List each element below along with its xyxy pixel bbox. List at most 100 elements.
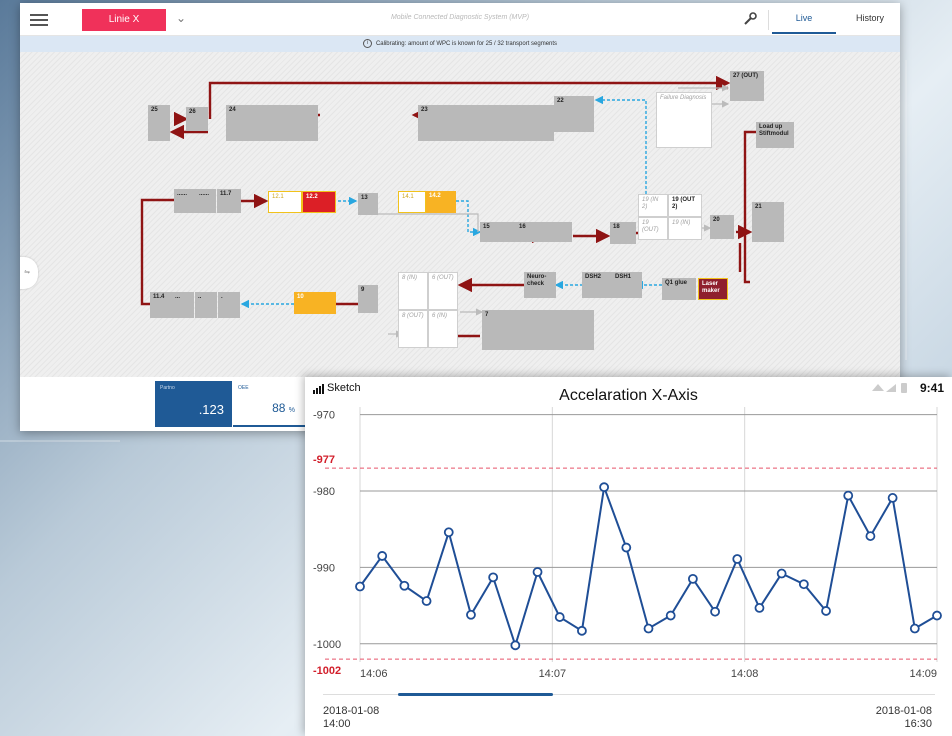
station-13[interactable]: 13 bbox=[358, 193, 378, 215]
background-decor bbox=[905, 60, 907, 360]
data-point[interactable] bbox=[599, 482, 610, 493]
station-dots-3[interactable]: ... bbox=[172, 292, 194, 318]
station-26[interactable]: 26 bbox=[186, 107, 208, 131]
x-tick-label: 14:06 bbox=[360, 668, 388, 680]
range-end-date: 2018-01-08 bbox=[875, 705, 932, 717]
range-start-date: 2018-01-08 bbox=[323, 705, 380, 717]
station-dots-1[interactable]: ...... bbox=[174, 189, 196, 213]
data-point[interactable] bbox=[643, 623, 654, 634]
tab-history[interactable]: History bbox=[840, 3, 900, 34]
station-16[interactable]: 16 bbox=[516, 222, 572, 242]
station-11-7[interactable]: 11.7 bbox=[217, 189, 241, 213]
data-point[interactable] bbox=[377, 551, 388, 561]
station-8-out[interactable]: 8 (OUT) bbox=[398, 310, 428, 348]
calibration-banner: i Calibrating: amount of WPC is known for… bbox=[20, 36, 900, 52]
data-point[interactable] bbox=[466, 609, 476, 620]
kpi-partno-card[interactable]: Partno .123 bbox=[155, 381, 232, 427]
data-point[interactable] bbox=[798, 579, 809, 590]
station-6-in[interactable]: 6 (IN) bbox=[428, 310, 458, 348]
station-7[interactable]: 7 bbox=[482, 310, 594, 350]
station-14-1[interactable]: 14.1 bbox=[398, 191, 426, 213]
calibration-text: Calibrating: amount of WPC is known for … bbox=[375, 41, 558, 47]
hamburger-menu-icon[interactable] bbox=[30, 11, 48, 27]
station-10[interactable]: 10 bbox=[294, 292, 336, 314]
data-point[interactable] bbox=[577, 625, 587, 636]
chevron-down-icon[interactable]: ⌄ bbox=[176, 11, 186, 25]
range-end-time: 16:30 bbox=[904, 718, 932, 731]
station-23[interactable]: 23 bbox=[418, 105, 554, 141]
line-select-button[interactable]: Linie X bbox=[82, 9, 166, 31]
station-24[interactable]: 24 bbox=[226, 105, 318, 141]
data-point[interactable] bbox=[421, 596, 432, 606]
x-tick-label: 14:09 bbox=[909, 668, 937, 680]
y-tick-label: -1000 bbox=[313, 639, 341, 651]
wrench-icon[interactable] bbox=[742, 11, 758, 27]
station-9[interactable]: 9 bbox=[358, 285, 378, 313]
data-point[interactable] bbox=[932, 610, 942, 621]
tab-live[interactable]: Live bbox=[772, 3, 836, 34]
station-laser-maker[interactable]: Laser maker bbox=[698, 278, 728, 300]
data-point[interactable] bbox=[776, 568, 787, 579]
station-dots-2[interactable]: ...... bbox=[196, 189, 216, 213]
station-14-2[interactable]: 14.2 bbox=[426, 191, 456, 213]
station-dots-4[interactable]: .. bbox=[195, 292, 217, 318]
data-point[interactable] bbox=[443, 527, 454, 538]
station-19-in[interactable]: 19 (IN) bbox=[668, 217, 702, 240]
station-dsh2[interactable]: DSH2 bbox=[582, 272, 612, 298]
background-decor bbox=[0, 440, 120, 442]
top-bar: Linie X ⌄ Mobile Connected Diagnostic Sy… bbox=[20, 3, 900, 36]
data-point[interactable] bbox=[488, 572, 499, 583]
data-point[interactable] bbox=[887, 493, 898, 503]
station-19-out[interactable]: 19 (OUT) bbox=[638, 217, 668, 240]
range-start: 2018-01-08 14:00 bbox=[323, 705, 379, 731]
data-point[interactable] bbox=[687, 573, 698, 584]
station-19-in2[interactable]: 19 (IN 2) bbox=[638, 194, 668, 217]
data-point[interactable] bbox=[843, 490, 854, 501]
data-point[interactable] bbox=[909, 623, 920, 634]
data-point[interactable] bbox=[532, 567, 543, 577]
station-22[interactable]: 22 bbox=[554, 96, 594, 132]
station-12-1[interactable]: 12.1 bbox=[268, 191, 302, 213]
kpi-partno-value: .123 bbox=[198, 402, 224, 417]
station-neurocheck[interactable]: Neuro-check bbox=[524, 272, 556, 298]
process-diagram: ⇋ 25 26 24 23 22 Failure Diagnosis 27 (O… bbox=[20, 52, 900, 377]
data-point[interactable] bbox=[554, 612, 565, 622]
station-load-up[interactable]: Load up Stiftmodul bbox=[756, 122, 794, 148]
acceleration-chart[interactable]: 14:06 14:07 14:08 14:09 -970 -980 -990 -1000 -97… bbox=[305, 407, 952, 692]
data-point[interactable] bbox=[865, 531, 876, 541]
threshold-label: -1002 bbox=[313, 665, 341, 677]
divider bbox=[768, 10, 769, 30]
station-dsh1[interactable]: DSH1 bbox=[612, 272, 642, 298]
station-19-out2[interactable]: 19 (OUT 2) bbox=[668, 194, 702, 217]
station-failure-diagnosis[interactable]: Failure Diagnosis bbox=[656, 92, 712, 148]
data-point[interactable] bbox=[399, 580, 410, 591]
data-point[interactable] bbox=[732, 554, 743, 564]
station-12-2[interactable]: 12.2 bbox=[302, 191, 336, 213]
kpi-oee-unit: % bbox=[288, 407, 295, 414]
station-27-out[interactable]: 27 (OUT) bbox=[730, 71, 764, 101]
station-21[interactable]: 21 bbox=[752, 202, 784, 242]
kpi-oee-card[interactable]: OEE 88 % bbox=[233, 381, 307, 427]
station-dot-5[interactable]: . bbox=[218, 292, 240, 318]
station-15[interactable]: 15 bbox=[480, 222, 516, 242]
data-point[interactable] bbox=[510, 640, 521, 651]
station-11-4[interactable]: 11.4 bbox=[150, 292, 172, 318]
data-point[interactable] bbox=[821, 606, 831, 616]
data-point[interactable] bbox=[665, 610, 676, 621]
station-q1-glue[interactable]: Q1 glue bbox=[662, 278, 696, 300]
station-8-in[interactable]: 8 (IN) bbox=[398, 272, 428, 310]
x-tick-label: 14:08 bbox=[731, 668, 759, 680]
series-line bbox=[359, 483, 938, 649]
data-point[interactable] bbox=[355, 581, 365, 592]
kpi-partno-label: Partno bbox=[160, 385, 175, 391]
data-point[interactable] bbox=[710, 606, 720, 617]
data-point[interactable] bbox=[621, 542, 632, 553]
data-point[interactable] bbox=[754, 603, 765, 613]
station-25[interactable]: 25 bbox=[148, 105, 170, 141]
station-18[interactable]: 18 bbox=[610, 222, 636, 244]
time-range-slider[interactable] bbox=[398, 693, 553, 696]
chart-title: Accelaration X-Axis bbox=[559, 387, 698, 404]
kpi-oee-label: OEE bbox=[238, 385, 249, 391]
station-20[interactable]: 20 bbox=[710, 215, 734, 239]
station-6-out[interactable]: 6 (OUT) bbox=[428, 272, 458, 310]
